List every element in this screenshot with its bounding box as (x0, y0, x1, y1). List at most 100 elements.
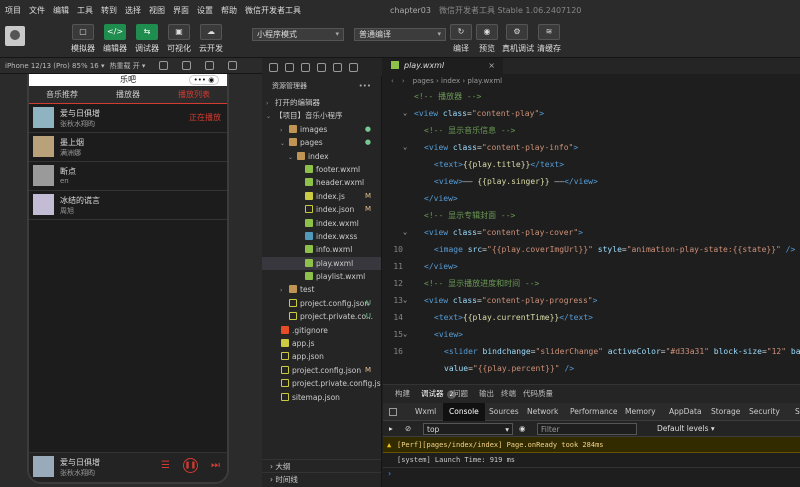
debug-tab-3[interactable]: 输出 (479, 385, 494, 403)
code-line[interactable]: ⌄ <view class="content-play-info"> (383, 139, 800, 156)
debug-tab-2[interactable]: 问题 (453, 385, 468, 403)
file-tree-item[interactable]: playlist.wxml (262, 270, 381, 283)
panel-tab-2[interactable]: Sources (483, 403, 525, 421)
code-line[interactable]: <!-- 播放器 --> (383, 88, 800, 105)
menu-item[interactable]: 项目 (0, 5, 24, 16)
debug-tab-1[interactable]: 调试器 2 (421, 385, 457, 404)
code-line[interactable]: <text>{{play.title}}</text> (383, 156, 800, 173)
file-tree-item[interactable]: app.js (262, 337, 381, 350)
menu-item[interactable]: 转到 (96, 5, 120, 16)
fold-chevron-icon[interactable]: ⌄ (403, 292, 407, 309)
context-select[interactable]: top ▾ (423, 423, 513, 435)
eye-icon[interactable]: ◉ (519, 423, 526, 435)
code-line[interactable]: value="{{play.percent}}" /> (383, 360, 800, 377)
toolbar-button[interactable]: ▣ 可视化 (164, 24, 194, 54)
user-avatar[interactable] (5, 26, 25, 46)
search-icon[interactable] (285, 62, 294, 72)
panel-tab-3[interactable]: Network (521, 403, 564, 421)
hot-reload-toggle[interactable]: 热重载 开 ▾ (109, 61, 145, 71)
extensions-icon[interactable] (333, 62, 342, 72)
tab-0[interactable]: 音乐推荐 (29, 86, 95, 103)
device-select[interactable]: iPhone 12/13 (Pro) 85% 16 ▾ (5, 62, 104, 70)
cloud-icon[interactable] (349, 62, 358, 72)
playlist-icon[interactable]: ☰ (161, 460, 170, 471)
menu-item[interactable]: 帮助 (216, 5, 240, 16)
panel-tab-8[interactable]: Security (743, 403, 786, 421)
file-tree-item[interactable]: › images ● (262, 123, 381, 136)
panel-tab-0[interactable]: Wxml (409, 403, 442, 421)
list-item[interactable]: 冰结的谎言 周旭 (29, 191, 227, 220)
code-line[interactable]: 12 <!-- 显示播放进度和时间 --> (383, 275, 800, 292)
menu-item[interactable]: 界面 (168, 5, 192, 16)
tab-2[interactable]: 播放列表 (161, 86, 227, 103)
pause-icon[interactable]: ❚❚ (183, 458, 198, 473)
code-line[interactable]: 11 </view> (383, 258, 800, 275)
fold-chevron-icon[interactable]: ⌄ (403, 326, 407, 343)
file-tree-item[interactable]: project.config.json U (262, 297, 381, 310)
menu-item[interactable]: 选择 (120, 5, 144, 16)
sound-icon[interactable] (182, 61, 192, 70)
nav-back-icon[interactable]: ‹ (391, 77, 394, 85)
file-tree-item[interactable]: app.json (262, 350, 381, 363)
inspect-icon[interactable] (389, 408, 397, 416)
panel-tab-4[interactable]: Performance (564, 403, 624, 421)
fold-chevron-icon[interactable]: ⌄ (403, 105, 407, 122)
toolbar-button[interactable]: ⚙ 真机调试 (502, 24, 534, 54)
debug-tab-5[interactable]: 代码质量 (523, 385, 553, 403)
file-tree-item[interactable]: project.config.json M (262, 364, 381, 377)
panel-tab-5[interactable]: Memory (619, 403, 662, 421)
code-line[interactable]: <!-- 显示音乐信息 --> (383, 122, 800, 139)
code-line[interactable]: 15 ⌄ <view> (383, 326, 800, 343)
menu-item[interactable]: 设置 (192, 5, 216, 16)
toolbar-button[interactable]: </> 编辑器 (100, 24, 130, 54)
panel-tab-7[interactable]: Storage (705, 403, 746, 421)
popout-icon[interactable] (228, 61, 238, 70)
section-project[interactable]: ⌄ 【项目】音乐小程序 (262, 109, 381, 122)
panel-tab-1[interactable]: Console (443, 403, 485, 421)
file-tree-item[interactable]: index.js M (262, 190, 381, 203)
sidebar-toggle-icon[interactable]: ▸ (389, 423, 393, 435)
code-editor[interactable]: <!-- 播放器 --> ⌄ <view class="content-play">… (383, 88, 800, 383)
file-tree-item[interactable]: .gitignore (262, 324, 381, 337)
capsule-menu[interactable]: ••• ◉ (189, 75, 219, 85)
file-tree-item[interactable]: play.wxml (262, 256, 381, 271)
code-line[interactable]: 10 <image src="{{play.coverImgUrl}}" styl… (383, 241, 800, 258)
code-line[interactable]: 16 <slider bindchange="sliderChange" acti… (383, 343, 800, 360)
code-line[interactable]: 14 <text>{{play.currentTime}}</text> (383, 309, 800, 326)
toolbar-button[interactable]: ◉ 预览 (472, 24, 502, 54)
console-prompt[interactable]: › (383, 468, 800, 480)
toolbar-button[interactable]: ⇆ 调试器 (132, 24, 162, 54)
clear-console-icon[interactable]: ⊘ (405, 423, 411, 435)
files-icon[interactable] (269, 62, 278, 72)
panel-tab-9[interactable]: S (789, 403, 800, 421)
file-tree-item[interactable]: ⌄ index (262, 150, 381, 163)
more-icon[interactable]: ••• (359, 76, 371, 96)
file-tree-item[interactable]: project.private.config.json (262, 377, 381, 390)
compile-select[interactable]: 普通编译 ▾ (354, 28, 446, 41)
fold-chevron-icon[interactable]: ⌄ (403, 139, 407, 156)
code-line[interactable]: ⌄ <view class="content-play-cover"> (383, 224, 800, 241)
debug-tab-4[interactable]: 终端 (501, 385, 516, 403)
close-icon[interactable]: × (488, 58, 495, 74)
toolbar-button[interactable]: ≋ 清缓存 (534, 24, 564, 54)
list-item[interactable]: 爱与日俱增 张秋水翔昀 正在播放 (29, 104, 227, 133)
refresh-icon[interactable] (159, 61, 169, 70)
toolbar-button[interactable]: ▢ 模拟器 (68, 24, 98, 54)
tab-1[interactable]: 播放器 (95, 86, 161, 103)
code-line[interactable]: ⌄ <view class="content-play"> (383, 105, 800, 122)
file-tree-item[interactable]: header.wxml (262, 176, 381, 189)
panel-tab-6[interactable]: AppData (663, 403, 708, 421)
file-tree-item[interactable]: › test (262, 283, 381, 296)
toolbar-button[interactable]: ☁ 云开发 (196, 24, 226, 54)
menu-item[interactable]: 文件 (24, 5, 48, 16)
file-tree-item[interactable]: footer.wxml (262, 163, 381, 176)
file-tree-item[interactable]: index.wxss (262, 230, 381, 243)
nav-forward-icon[interactable]: › (402, 77, 405, 85)
rotate-icon[interactable] (205, 61, 215, 70)
debug-tab-0[interactable]: 构建 (395, 385, 410, 403)
editor-tab-play-wxml[interactable]: play.wxml × (383, 58, 503, 74)
file-tree-item[interactable]: sitemap.json (262, 391, 381, 404)
fold-chevron-icon[interactable]: ⌄ (403, 224, 407, 241)
levels-select[interactable]: Default levels ▾ (657, 423, 715, 435)
code-line[interactable]: 13 ⌄ <view class="content-play-progress"> (383, 292, 800, 309)
